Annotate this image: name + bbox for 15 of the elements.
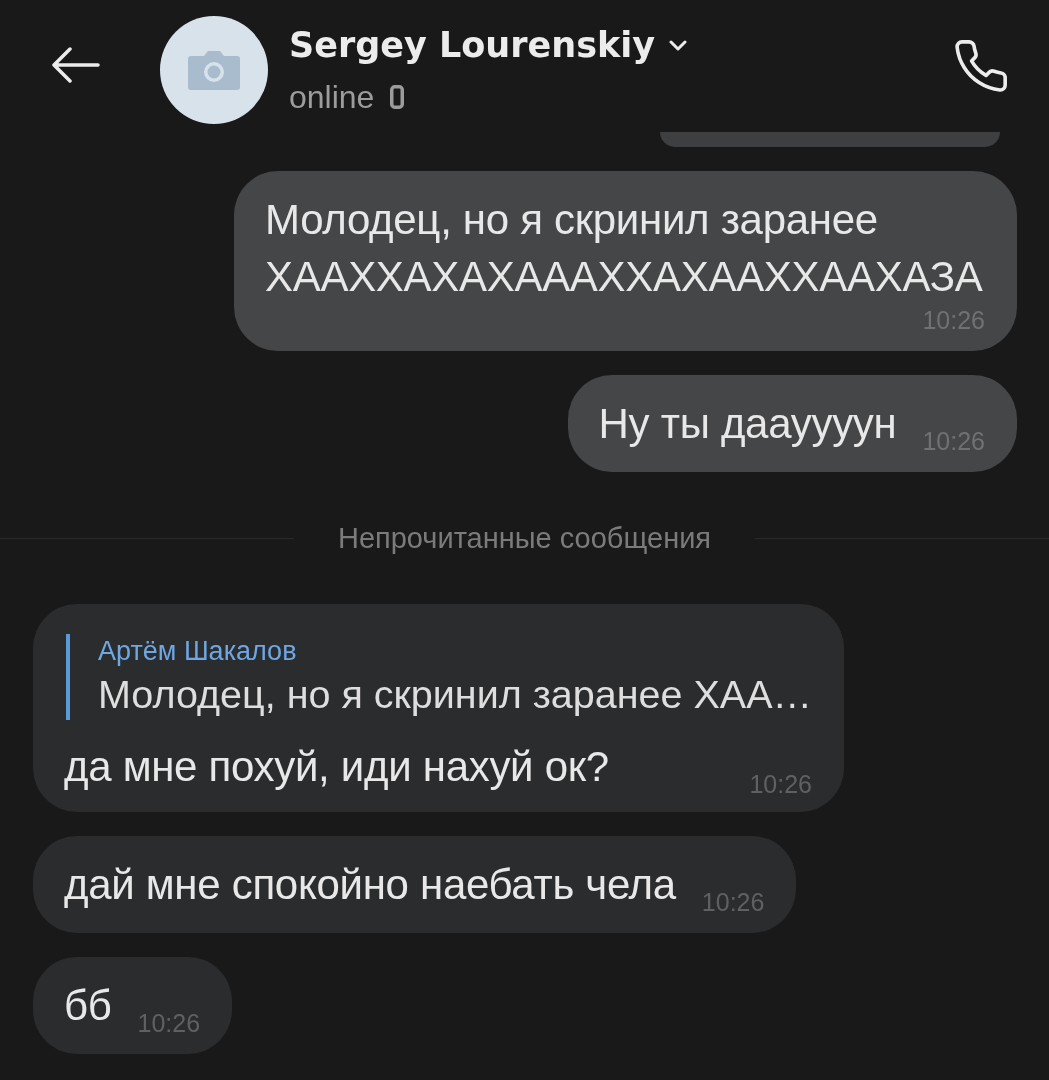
phone-icon [952, 37, 1010, 95]
camera-icon [187, 50, 241, 90]
unread-divider-label: Непрочитанные сообщения [336, 521, 713, 556]
contact-status: online [289, 78, 375, 117]
message-text: дай мне спокойно наебать чела [64, 860, 676, 910]
message-text: бб [64, 981, 112, 1031]
back-arrow-icon [52, 47, 100, 83]
quoted-message-text: Молодец, но я скринил заранее ХАА… [98, 671, 812, 718]
chevron-down-icon [669, 39, 688, 51]
smartphone-icon [390, 85, 405, 109]
reply-author: Артём Шакалов [98, 635, 298, 668]
reply-quote[interactable]: Артём Шакалов Молодец, но я скринил заранее ХАА… [66, 634, 812, 720]
message-text: Ну ты даауууун [598, 399, 897, 449]
message-text: Молодец, но я скринил заранее ХААХХАХАХАААХХАХААХХААХАЗА [265, 195, 984, 302]
message-text: да мне похуй, иди нахуй ок? [64, 742, 609, 792]
